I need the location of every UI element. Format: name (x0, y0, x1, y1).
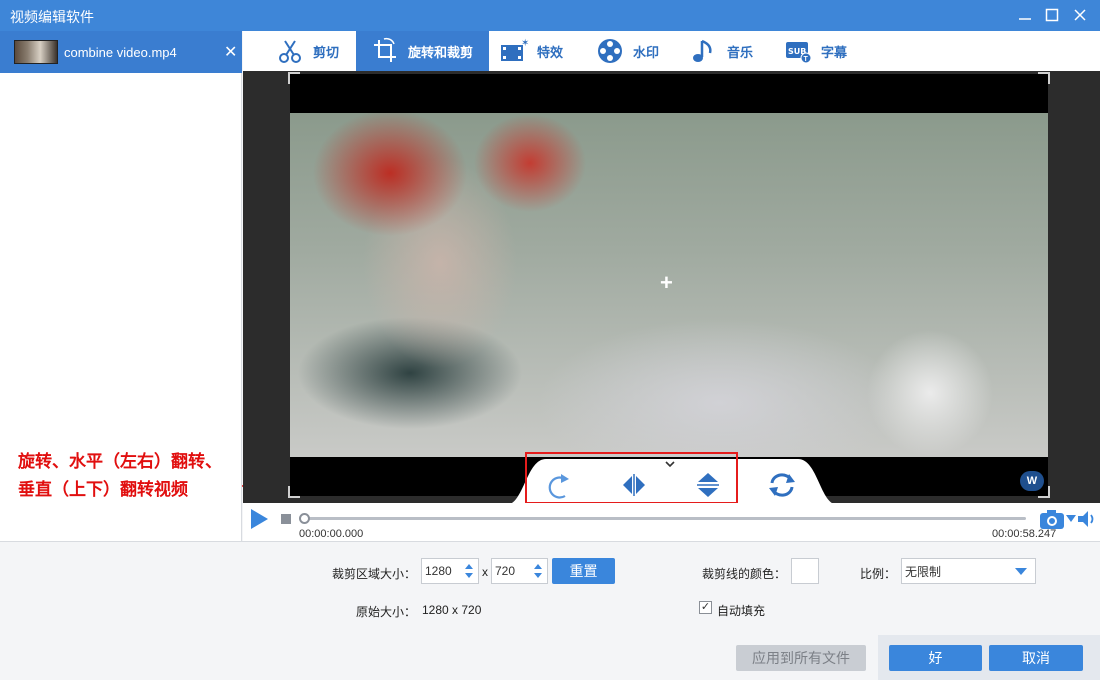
reset-rotation-button[interactable] (766, 469, 798, 501)
size-separator: x (482, 565, 488, 579)
scissors-icon (275, 36, 305, 66)
crop-line-color-label: 裁剪线的颜色： (702, 567, 787, 581)
minimize-icon[interactable] (1016, 6, 1034, 24)
video-thumbnail (14, 40, 58, 64)
current-time: 00:00:00.000 (299, 528, 364, 540)
close-icon[interactable] (1071, 6, 1089, 24)
autofill-label: 自动填充 (717, 604, 766, 618)
crop-height-input[interactable]: 720 (491, 558, 548, 584)
ratio-value: 无限制 (905, 564, 942, 579)
watermark-reel-icon (595, 36, 625, 66)
caret-down-icon[interactable] (1066, 515, 1076, 523)
tab-cut-label: 剪切 (313, 44, 340, 60)
spinner-arrows-icon[interactable] (532, 561, 544, 581)
tab-subtitle-label: 字幕 (821, 44, 848, 60)
title-bar: 视频编辑软件 (0, 0, 1100, 31)
crosshair-icon: + (660, 270, 673, 295)
tab-rotate-crop-label: 旋转和裁剪 (408, 44, 474, 60)
spinner-arrows-icon[interactable] (463, 561, 475, 581)
play-icon[interactable] (249, 508, 269, 530)
tab-music-label: 音乐 (727, 44, 754, 60)
tab-watermark-label: 水印 (633, 44, 660, 60)
remove-file-icon[interactable]: ✕ (224, 42, 237, 62)
music-note-icon (689, 36, 719, 66)
dropdown-arrow-icon (1015, 568, 1027, 575)
apply-to-all-button[interactable]: 应用到所有文件 (736, 645, 866, 671)
progress-track[interactable] (304, 517, 1026, 520)
crop-line-color-picker[interactable] (791, 558, 819, 584)
file-name: combine video.mp4 (64, 45, 177, 60)
subtitle-icon: SUB T (783, 36, 813, 66)
volume-icon[interactable] (1077, 510, 1097, 528)
tab-effects[interactable]: ✶ 特效 (499, 31, 579, 71)
ratio-select[interactable]: 无限制 (901, 558, 1036, 584)
window-title: 视频编辑软件 (10, 9, 94, 25)
watermark-badge: W (1020, 471, 1044, 491)
tab-subtitle[interactable]: SUB T 字幕 (783, 31, 863, 71)
cancel-button[interactable]: 取消 (989, 645, 1083, 671)
camera-icon[interactable] (1039, 508, 1069, 530)
annotation-text: 旋转、水平（左右）翻转、 垂直（上下）翻转视频 (18, 448, 248, 504)
svg-text:T: T (804, 56, 809, 63)
svg-text:✶: ✶ (521, 38, 529, 49)
original-size-value: 1280 x 720 (422, 603, 482, 617)
tab-watermark[interactable]: 水印 (595, 31, 673, 71)
original-size-label: 原始大小： (356, 605, 417, 619)
crop-area-label: 裁剪区域大小： (332, 567, 417, 581)
reset-button[interactable]: 重置 (552, 558, 615, 584)
crop-width-input[interactable]: 1280 (421, 558, 479, 584)
playback-bar (243, 503, 1100, 541)
tab-cut[interactable]: 剪切 (275, 31, 353, 71)
tab-music[interactable]: 音乐 (689, 31, 767, 71)
autofill-checkbox[interactable]: ✓ (699, 601, 712, 614)
annotation-line-1: 旋转、水平（左右）翻转、 (18, 452, 222, 472)
crop-handle[interactable] (1038, 72, 1050, 84)
refresh-icon (769, 473, 795, 497)
crop-width-value: 1280 (425, 564, 452, 578)
highlight-box (525, 452, 738, 504)
tab-bar: 剪切 旋转和裁剪 ✶ 特效 水印 音乐 SUB T 字幕 (243, 31, 1100, 71)
film-effect-icon: ✶ (499, 36, 529, 66)
crop-handle[interactable] (288, 486, 300, 498)
tab-rotate-crop[interactable]: 旋转和裁剪 (356, 31, 489, 71)
file-item[interactable]: combine video.mp4 ✕ (0, 31, 242, 73)
ratio-label: 比例： (860, 567, 897, 581)
maximize-icon[interactable] (1043, 6, 1061, 24)
stop-icon[interactable] (280, 513, 292, 525)
ok-button[interactable]: 好 (889, 645, 982, 671)
crop-rotate-icon (370, 36, 400, 66)
crop-height-value: 720 (495, 564, 516, 578)
annotation-line-2: 垂直（上下）翻转视频 (18, 480, 188, 500)
tab-effects-label: 特效 (537, 44, 564, 60)
crop-handle[interactable] (288, 72, 300, 84)
progress-handle[interactable] (299, 513, 310, 524)
